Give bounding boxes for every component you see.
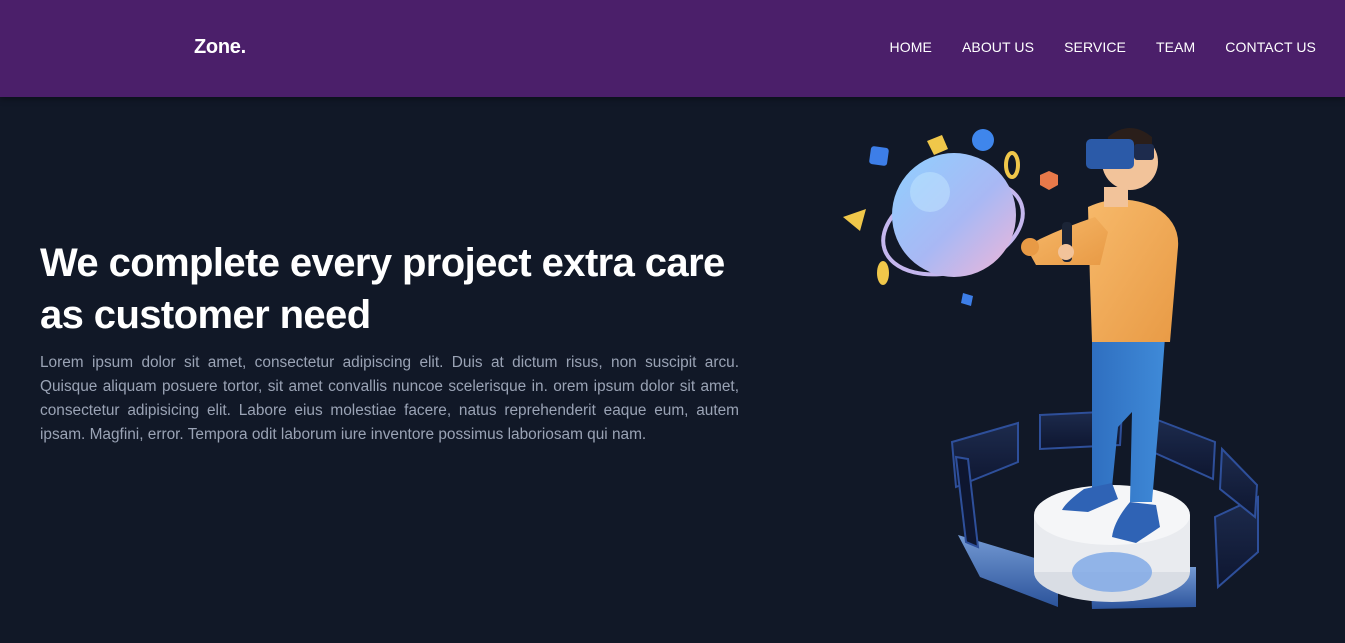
- nav-link-team[interactable]: TEAM: [1156, 39, 1195, 55]
- floating-ring-gold: [1004, 151, 1020, 179]
- person-legs: [1092, 337, 1165, 502]
- logo[interactable]: Zone.: [194, 36, 246, 59]
- floating-sphere-blue: [972, 129, 994, 151]
- nav-link-home[interactable]: HOME: [890, 39, 932, 55]
- vr-person-illustration: [843, 128, 1259, 609]
- globe-sphere: [892, 153, 1016, 277]
- hero-section: We complete every project extra care as …: [0, 97, 1345, 643]
- hero-description: Lorem ipsum dolor sit amet, consectetur …: [40, 354, 739, 443]
- floating-triangle-yellow: [843, 209, 866, 231]
- nav-item-contact: CONTACT US: [1225, 39, 1316, 57]
- floating-hexagon-orange: [1040, 171, 1058, 190]
- floating-coin-gold: [877, 261, 889, 285]
- nav-item-team: TEAM: [1156, 39, 1195, 57]
- nav-item-service: SERVICE: [1064, 39, 1126, 57]
- navbar: Zone. HOME ABOUT US SERVICE TEAM CONTACT…: [0, 0, 1345, 97]
- floating-cube-small: [961, 293, 973, 306]
- nav-menu: HOME ABOUT US SERVICE TEAM CONTACT US: [890, 39, 1316, 57]
- floating-shape-yellow: [927, 135, 948, 155]
- hero-title: We complete every project extra care as …: [40, 241, 725, 337]
- nav-link-about-us[interactable]: ABOUT US: [962, 39, 1034, 55]
- nav-item-home: HOME: [890, 39, 932, 57]
- person-torso: [1088, 199, 1179, 342]
- floating-cube-blue: [869, 146, 889, 166]
- vr-headset: [1086, 139, 1134, 169]
- nav-link-service[interactable]: SERVICE: [1064, 39, 1126, 55]
- nav-item-about: ABOUT US: [962, 39, 1034, 57]
- nav-link-contact-us[interactable]: CONTACT US: [1225, 39, 1316, 55]
